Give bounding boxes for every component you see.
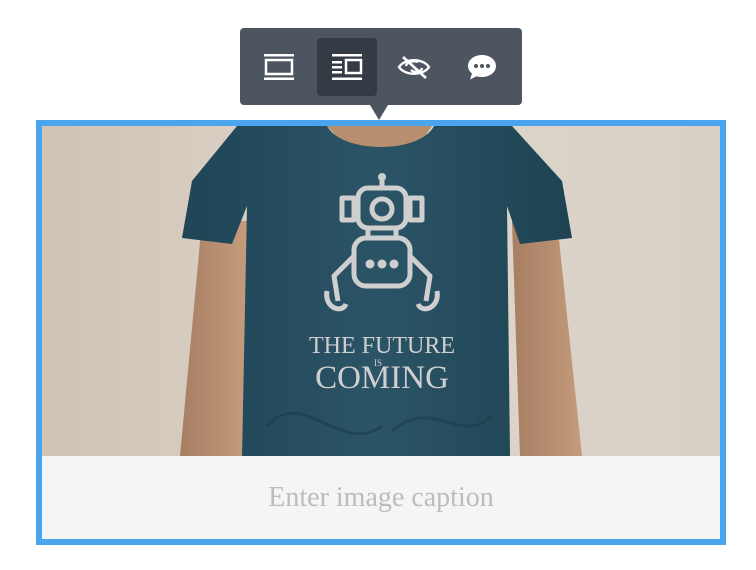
align-center-button[interactable] (249, 38, 309, 96)
align-text-wrap-button[interactable] (316, 37, 377, 96)
eye-slash-icon (397, 55, 431, 79)
shirt-text-line2: COMING (315, 360, 449, 396)
hide-button[interactable] (384, 38, 444, 96)
image-full-width-icon (264, 53, 294, 80)
caption-button[interactable] (452, 38, 512, 96)
image-caption-placeholder[interactable]: Enter image caption (42, 456, 720, 539)
image-text-wrap-icon (331, 53, 362, 80)
selected-image-block[interactable]: THE FUTURE IS COMING Enter image caption (36, 120, 726, 545)
tshirt-photo[interactable]: THE FUTURE IS COMING (42, 126, 720, 456)
shirt-text-line1: THE FUTURE (309, 333, 455, 359)
image-toolbar (240, 28, 522, 120)
comment-bubble-icon (467, 54, 496, 79)
